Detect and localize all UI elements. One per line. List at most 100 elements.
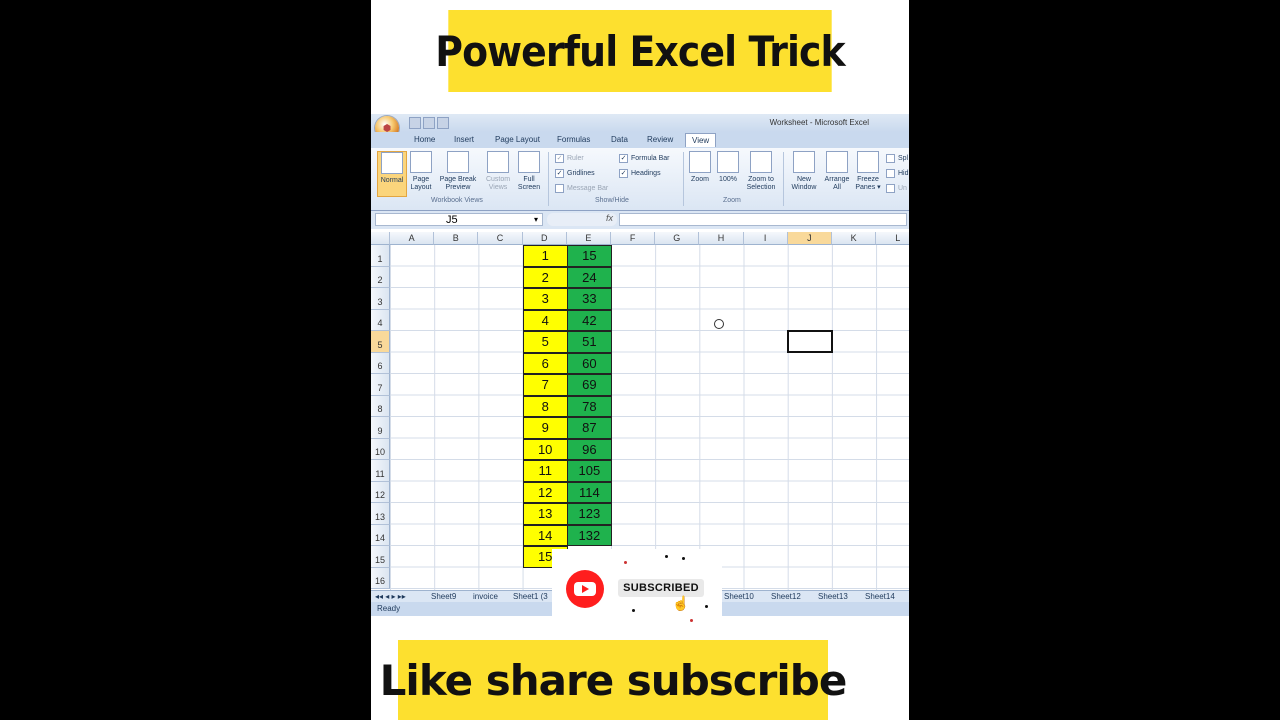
cell-d[interactable]: 12 [522,481,568,503]
row-header[interactable]: 7 [371,374,390,396]
row-header[interactable]: 14 [371,524,390,546]
sheet-tab[interactable]: Sheet9 [431,592,456,601]
column-header[interactable]: K [832,232,877,245]
column-header[interactable]: L [876,232,909,245]
redo-icon[interactable] [437,117,449,129]
hide-button[interactable]: Hid [886,169,909,178]
cell-d[interactable]: 4 [522,309,568,331]
cell-d[interactable]: 6 [522,352,568,374]
cell-e[interactable]: 51 [566,331,612,353]
zoom-button[interactable]: Zoom [687,151,713,184]
page-break-preview-button[interactable]: Page Break Preview [435,151,481,192]
column-header[interactable]: E [566,232,611,245]
cell-d[interactable]: 13 [522,503,568,525]
freeze-panes-button[interactable]: Freeze Panes ▾ [853,151,883,192]
column-header[interactable]: I [743,232,788,245]
tab-data[interactable]: Data [611,135,628,144]
cell-e[interactable]: 114 [566,481,612,503]
cell-e[interactable]: 15 [566,245,612,267]
row-header[interactable]: 6 [371,352,390,374]
cell-d[interactable]: 2 [522,266,568,288]
split-button[interactable]: Spl [886,154,908,163]
column-header[interactable]: F [611,232,656,245]
column-header[interactable]: A [390,232,435,245]
tab-insert[interactable]: Insert [454,135,474,144]
cell-e[interactable]: 33 [566,288,612,310]
row-header[interactable]: 8 [371,395,390,417]
sheet-tab[interactable]: Sheet10 [724,592,754,601]
tab-view[interactable]: View [685,133,717,147]
row-header[interactable]: 15 [371,546,390,568]
sheet-nav-arrows-icon[interactable]: ◂◂ ◂ ▸ ▸▸ [375,592,406,601]
row-header[interactable]: 12 [371,481,390,503]
cell-e[interactable]: 78 [566,395,612,417]
cell-e[interactable]: 42 [566,309,612,331]
subscribed-button[interactable]: SUBSCRIBED [618,579,704,597]
cell-d[interactable]: 9 [522,417,568,439]
cell-e[interactable]: 87 [566,417,612,439]
row-header[interactable]: 13 [371,503,390,525]
tab-page-layout[interactable]: Page Layout [495,135,540,144]
page-layout-view-button[interactable]: Page Layout [407,151,435,192]
row-header[interactable]: 4 [371,309,390,331]
new-window-button[interactable]: New Window [787,151,821,192]
row-header[interactable]: 11 [371,460,390,482]
select-all-corner[interactable] [371,232,390,245]
cell-e[interactable]: 123 [566,503,612,525]
zoom-to-selection-button[interactable]: Zoom to Selection [743,151,779,192]
arrange-all-button[interactable]: Arrange All [821,151,853,192]
active-cell-outline[interactable] [786,330,833,353]
tab-formulas[interactable]: Formulas [557,135,590,144]
name-box[interactable]: J5 ▾ [375,213,543,226]
cell-d[interactable]: 11 [522,460,568,482]
column-header[interactable]: H [699,232,744,245]
cell-d[interactable]: 1 [522,245,568,267]
tab-review[interactable]: Review [647,135,673,144]
cell-e[interactable]: 105 [566,460,612,482]
youtube-logo-icon[interactable] [566,570,604,608]
column-header[interactable]: D [522,232,567,245]
row-header[interactable]: 1 [371,245,390,267]
row-header[interactable]: 9 [371,417,390,439]
column-header[interactable]: B [434,232,479,245]
cell-d[interactable]: 7 [522,374,568,396]
sheet-tab[interactable]: invoice [473,592,498,601]
custom-views-button[interactable]: Custom Views [483,151,513,192]
formula-input[interactable] [619,213,907,226]
fx-icon[interactable]: fx [547,213,617,226]
cell-d[interactable]: 5 [522,331,568,353]
row-header[interactable]: 10 [371,438,390,460]
cell-e[interactable]: 96 [566,438,612,460]
tab-home[interactable]: Home [414,135,435,144]
dropdown-arrow-icon[interactable]: ▾ [534,214,538,226]
sheet-tab[interactable]: Sheet12 [771,592,801,601]
unhide-button[interactable]: Un [886,184,907,193]
sheet-tab[interactable]: Sheet14 [865,592,895,601]
cell-d[interactable]: 14 [522,524,568,546]
gridlines-checkbox[interactable]: ✓ Gridlines [555,169,595,178]
formula-bar-checkbox[interactable]: ✓ Formula Bar [619,154,670,163]
cell-d[interactable]: 3 [522,288,568,310]
row-header[interactable]: 16 [371,567,390,589]
column-header[interactable]: J [787,232,832,245]
sheet-tab[interactable]: Sheet1 (3 [513,592,548,601]
ruler-checkbox[interactable]: ✓ Ruler [555,154,584,163]
row-header[interactable]: 3 [371,288,390,310]
row-header[interactable]: 5 [371,331,390,353]
message-bar-checkbox[interactable]: Message Bar [555,184,608,193]
cell-d[interactable]: 8 [522,395,568,417]
undo-icon[interactable] [423,117,435,129]
normal-view-button[interactable]: Normal [377,151,407,197]
cell-area[interactable]: 1 2 3 4 5 6 7 8 9 10 11 12 13 14 15 15 24 33 42 51 60 69 78 87 9… [390,245,909,590]
cell-d[interactable]: 10 [522,438,568,460]
full-screen-button[interactable]: Full Screen [515,151,543,192]
cell-e[interactable]: 69 [566,374,612,396]
headings-checkbox[interactable]: ✓ Headings [619,169,661,178]
column-header[interactable]: C [478,232,523,245]
zoom-100-button[interactable]: 100% [715,151,741,184]
cell-e[interactable]: 60 [566,352,612,374]
cell-e[interactable]: 24 [566,266,612,288]
row-header[interactable]: 2 [371,266,390,288]
save-icon[interactable] [409,117,421,129]
cell-e[interactable]: 132 [566,524,612,546]
